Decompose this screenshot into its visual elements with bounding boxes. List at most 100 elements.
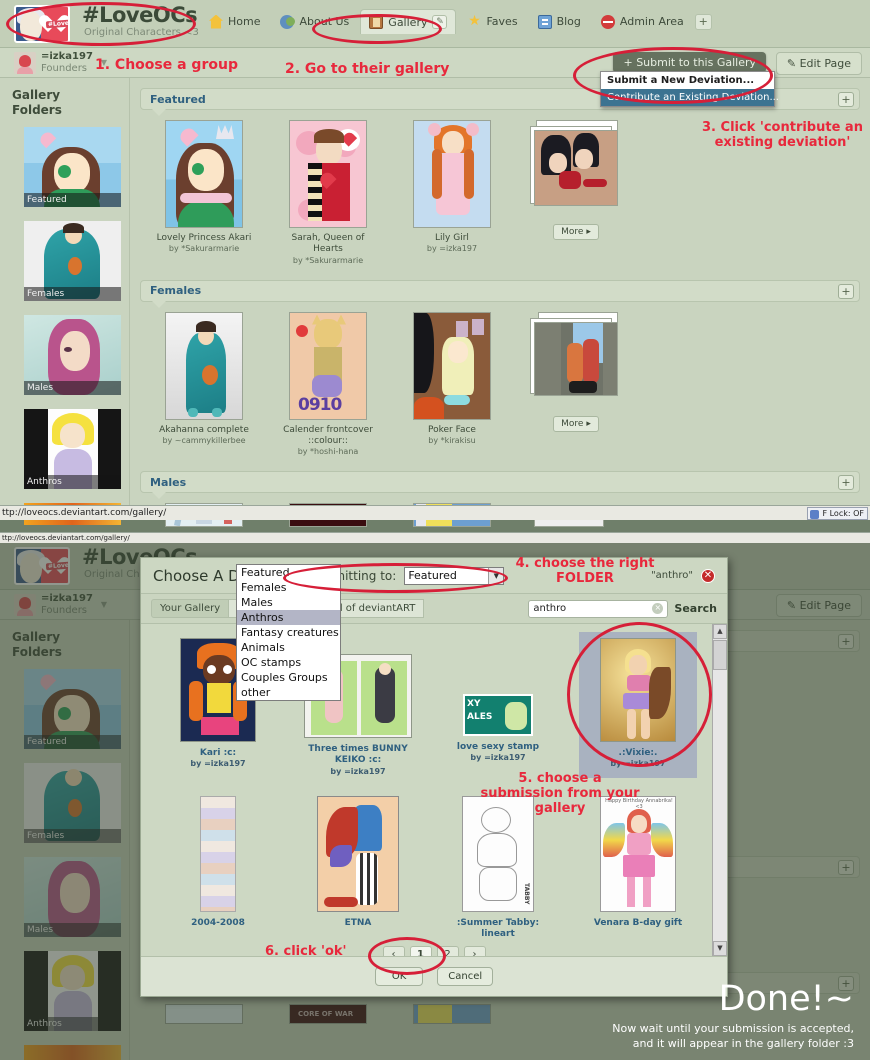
done-message: Done!~ Now wait until your submission is…: [612, 982, 854, 1052]
section-header: Females +: [140, 279, 860, 308]
deviation-image: [413, 1004, 491, 1024]
pencil-icon: ✎: [786, 599, 797, 612]
sidebar-folder-anthros[interactable]: Anthros: [24, 951, 121, 1031]
result-title: love sexy stamp: [456, 742, 540, 752]
deviation-thumb-stack[interactable]: [526, 1004, 626, 1024]
result-item[interactable]: ETNA: [299, 790, 417, 943]
annotation-step-3: 3. Click 'contribute an existing deviati…: [702, 120, 863, 150]
deviation-thumb[interactable]: Lovely Princess Akari by *Sakurarmarie: [154, 120, 254, 265]
avatar-tag: #LoveOCs: [45, 560, 68, 571]
option-males[interactable]: Males: [237, 595, 340, 610]
user-name: =izka197: [41, 51, 93, 62]
about-icon: [280, 14, 296, 29]
nav-item-blog[interactable]: Blog: [529, 10, 590, 34]
sidebar-folder-extra[interactable]: [24, 1045, 121, 1060]
section-add-button[interactable]: +: [838, 283, 854, 299]
result-author: by =izka197: [190, 759, 246, 769]
deviation-thumb[interactable]: Poker Face by *kirakisu: [402, 311, 502, 457]
sidebar-title-line2: Folders: [12, 103, 62, 117]
search-area: anthro × Search: [528, 599, 717, 618]
deviation-image: [165, 1004, 243, 1024]
option-couples-groups[interactable]: Couples Groups: [237, 670, 340, 685]
nav-add-button[interactable]: +: [694, 13, 712, 30]
scroll-thumb[interactable]: [713, 640, 727, 670]
folder-label: Females: [24, 287, 121, 301]
option-fantasy-creatures[interactable]: Fantasy creatures: [237, 625, 340, 640]
nav-item-admin-area[interactable]: Admin Area: [592, 10, 693, 34]
scroll-down-button[interactable]: ▼: [713, 941, 727, 956]
deviation-thumb[interactable]: Sarah, Queen of Hearts by *Sakurarmarie: [278, 120, 378, 265]
option-other[interactable]: other: [237, 685, 340, 700]
option-anthros[interactable]: Anthros: [237, 610, 340, 625]
sidebar-folder-females[interactable]: Females: [24, 763, 121, 843]
deviation-title: Akahanna complete: [159, 424, 249, 435]
deviation-thumb[interactable]: [402, 1004, 502, 1024]
more-button[interactable]: More ▸: [553, 224, 599, 240]
close-icon[interactable]: ✕: [701, 568, 715, 583]
tab-your-gallery[interactable]: Your Gallery: [151, 599, 230, 618]
scroll-up-button[interactable]: ▲: [713, 624, 727, 639]
nav-item-faves[interactable]: ★ Faves: [458, 10, 526, 34]
more-button[interactable]: More ▸: [553, 415, 599, 432]
cancel-button[interactable]: Cancel: [437, 967, 494, 986]
statusbar-url: ttp://loveocs.deviantart.com/gallery/: [2, 534, 130, 542]
section-add-button[interactable]: +: [838, 860, 854, 875]
chevron-down-icon[interactable]: ▼: [101, 600, 107, 609]
avatar-face: [20, 553, 42, 583]
nav-item-home[interactable]: Home: [200, 10, 269, 34]
browser-statusbar-bg: ttp://loveocs.deviantart.com/gallery/: [0, 532, 870, 543]
result-item[interactable]: 2004-2008: [159, 790, 277, 943]
folder-label: Males: [24, 381, 121, 395]
sidebar-title-line2: Folders: [12, 645, 62, 659]
deviation-thumb[interactable]: Lily Girl by =izka197: [402, 120, 502, 265]
search-input[interactable]: anthro ×: [528, 599, 669, 618]
option-oc-stamps[interactable]: OC stamps: [237, 655, 340, 670]
result-image: XY ALES: [463, 694, 533, 736]
user-avatar: [14, 51, 36, 74]
deviation-thumb[interactable]: [154, 1004, 254, 1024]
user-chip[interactable]: =izka197 Founders ▼: [14, 51, 107, 74]
annotation-step-6: 6. click 'ok': [265, 944, 347, 959]
deviation-thumb[interactable]: CORE OF WAR: [278, 1004, 378, 1024]
group-avatar[interactable]: #LoveOCs: [14, 547, 70, 585]
sidebar-folder-males[interactable]: Males: [24, 857, 121, 937]
sidebar-folder-featured[interactable]: Featured: [24, 669, 121, 749]
section-males: Males + CORE OF WAR: [140, 471, 860, 533]
user-chip[interactable]: =izka197 Founders ▼: [14, 593, 107, 616]
annotation-step-2: 2. Go to their gallery: [285, 61, 450, 77]
sidebar-folder-anthros[interactable]: Anthros: [24, 409, 121, 489]
section-add-button[interactable]: +: [838, 475, 854, 490]
section-add-button[interactable]: +: [838, 634, 854, 649]
edit-page-button[interactable]: ✎ Edit Page: [775, 594, 862, 617]
annotation-step-4: 4. choose the right FOLDER: [515, 556, 655, 586]
deviation-author: by *hoshi-hana: [297, 447, 359, 456]
deviation-title: Lily Girl: [435, 233, 469, 243]
sidebar-title: Gallery Folders: [12, 630, 129, 660]
sidebar-folder-featured[interactable]: Featured: [24, 127, 121, 207]
results-scrollbar[interactable]: ▲ ▼: [712, 624, 727, 956]
section-add-button[interactable]: +: [838, 92, 854, 107]
result-item[interactable]: XY ALES love sexy stamp by =izka197: [439, 632, 557, 778]
annotation-ellipse-ok: [368, 937, 446, 975]
result-title: 2004-2008: [191, 917, 245, 928]
option-animals[interactable]: Animals: [237, 640, 340, 655]
sidebar-folder-females[interactable]: Females: [24, 221, 121, 301]
result-image: [200, 795, 236, 912]
result-title: :Summer Tabby: lineart: [456, 917, 540, 939]
deviation-image: [289, 120, 367, 228]
annotation-ellipse-gallery: [312, 14, 442, 44]
folder-label: Males: [24, 923, 121, 937]
edit-page-button[interactable]: ✎ Edit Page: [775, 52, 862, 75]
deviation-thumb-stack[interactable]: More ▸: [526, 120, 626, 265]
deviation-thumb-stack[interactable]: More ▸: [526, 311, 626, 457]
sidebar-folder-males[interactable]: Males: [24, 315, 121, 395]
sidebar-title: Gallery Folders: [12, 88, 129, 118]
deviation-image: [413, 120, 491, 228]
deviation-thumb[interactable]: Akahanna complete by ~cammykillerbee: [154, 311, 254, 457]
pager-next-button[interactable]: ›: [463, 946, 486, 956]
annotation-step-5: 5. choose a submission from your gallery: [480, 771, 640, 816]
deviation-thumb[interactable]: 0910 Calender frontcover ::colour:: by *…: [278, 311, 378, 456]
clear-icon[interactable]: ×: [652, 603, 664, 614]
gallery-folders-sidebar: Gallery Folders Featured Females Males A…: [0, 78, 130, 525]
search-button[interactable]: Search: [674, 602, 717, 615]
